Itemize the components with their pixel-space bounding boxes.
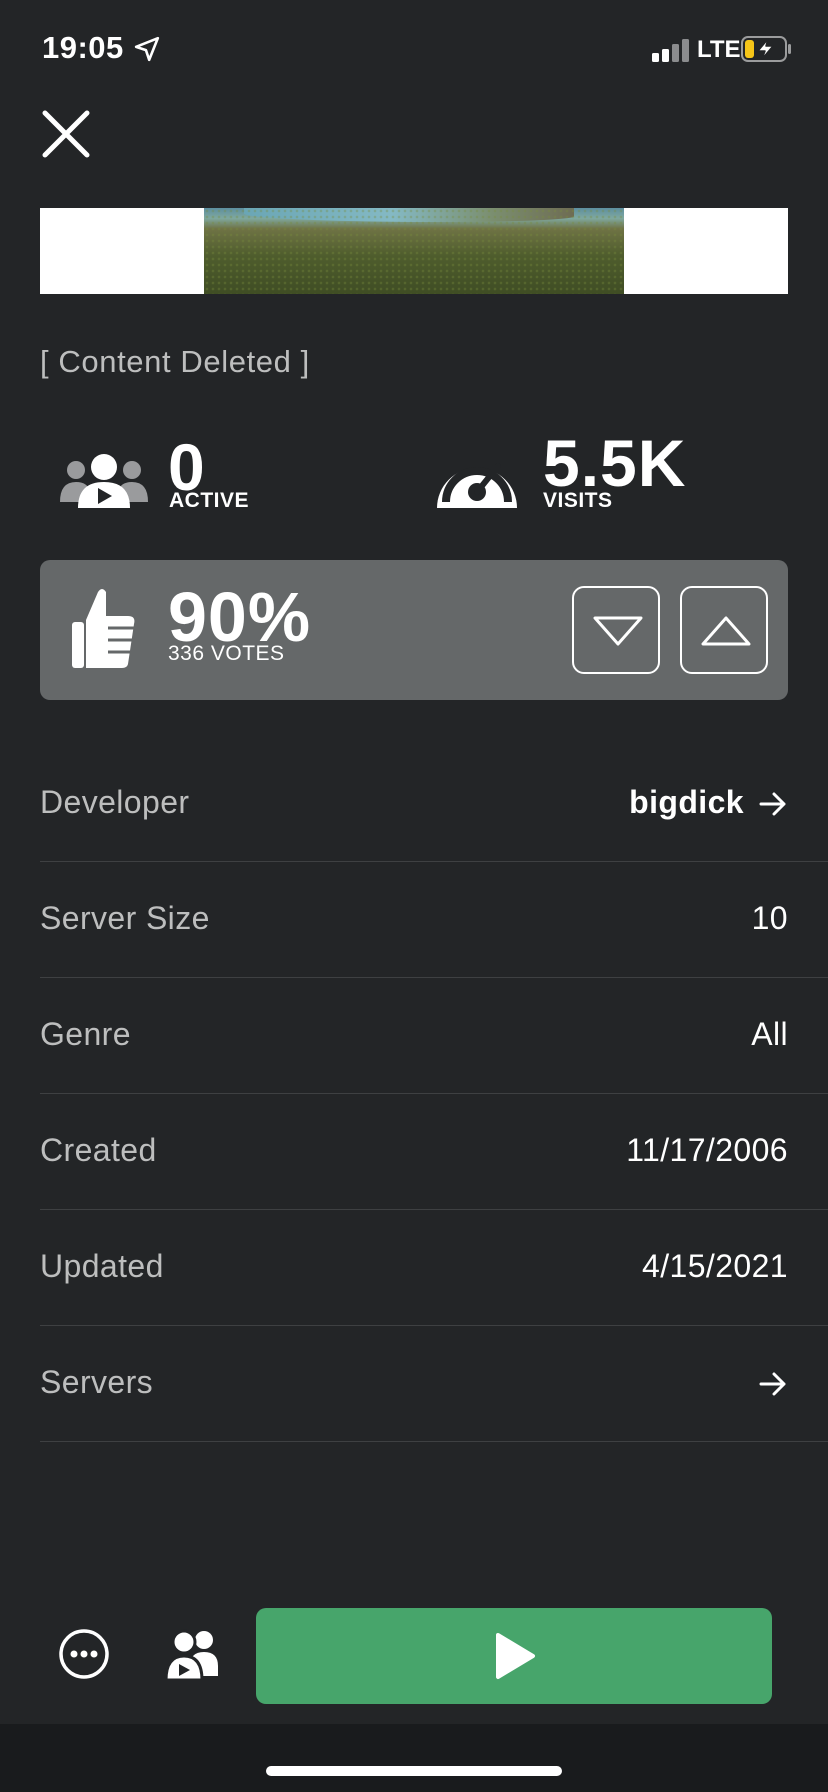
vote-count: 336 VOTES: [168, 642, 285, 665]
downvote-icon: [593, 616, 643, 646]
developer-label: Developer: [40, 784, 190, 820]
battery-charging-icon: [741, 36, 791, 62]
genre-value: All: [751, 1016, 788, 1052]
thumbnail-image: [204, 208, 624, 294]
developer-row[interactable]: Developer bigdick: [40, 746, 828, 862]
servers-row[interactable]: Servers: [40, 1326, 828, 1442]
arrow-right-icon: [759, 1372, 786, 1396]
status-time: 19:05: [42, 30, 124, 65]
visits-speedometer-icon: [437, 463, 517, 508]
visits-count: 5.5K: [543, 426, 687, 500]
upvote-icon: [701, 616, 751, 646]
close-icon[interactable]: [40, 108, 92, 160]
upvote-button[interactable]: [680, 586, 768, 674]
updated-value: 4/15/2021: [642, 1248, 788, 1284]
location-arrow-icon: [134, 36, 160, 62]
footer-strip: [0, 1724, 828, 1792]
downvote-button[interactable]: [572, 586, 660, 674]
network-type: LTE: [697, 36, 741, 63]
play-button[interactable]: [256, 1608, 772, 1704]
signal-icon: [652, 38, 692, 62]
active-label: ACTIVE: [169, 489, 250, 512]
play-icon: [496, 1633, 535, 1679]
updated-label: Updated: [40, 1248, 164, 1284]
game-thumbnail[interactable]: [40, 208, 788, 294]
visits-label: VISITS: [543, 489, 613, 512]
genre-row: Genre All: [40, 978, 828, 1094]
created-row: Created 11/17/2006: [40, 1094, 828, 1210]
play-with-friends-icon[interactable]: [164, 1626, 220, 1682]
updated-row: Updated 4/15/2021: [40, 1210, 828, 1326]
more-options-icon[interactable]: [58, 1628, 110, 1680]
server-size-row: Server Size 10: [40, 862, 828, 978]
created-label: Created: [40, 1132, 157, 1168]
genre-label: Genre: [40, 1016, 131, 1052]
game-title: [ Content Deleted ]: [40, 344, 310, 379]
servers-label: Servers: [40, 1364, 154, 1400]
arrow-right-icon: [759, 792, 786, 816]
thumbs-up-icon: [72, 589, 135, 668]
server-size-label: Server Size: [40, 900, 210, 936]
home-indicator[interactable]: [266, 1766, 562, 1776]
developer-value[interactable]: bigdick: [629, 784, 744, 821]
game-details-screen: 19:05 LTE [ Content Deleted ] 0 ACTIVE 5…: [0, 0, 828, 1792]
server-size-value: 10: [751, 900, 788, 936]
votes-panel: 90% 336 VOTES: [40, 560, 788, 700]
active-players-icon: [60, 454, 148, 508]
status-bar: 19:05 LTE: [0, 0, 828, 100]
created-value: 11/17/2006: [626, 1132, 788, 1168]
